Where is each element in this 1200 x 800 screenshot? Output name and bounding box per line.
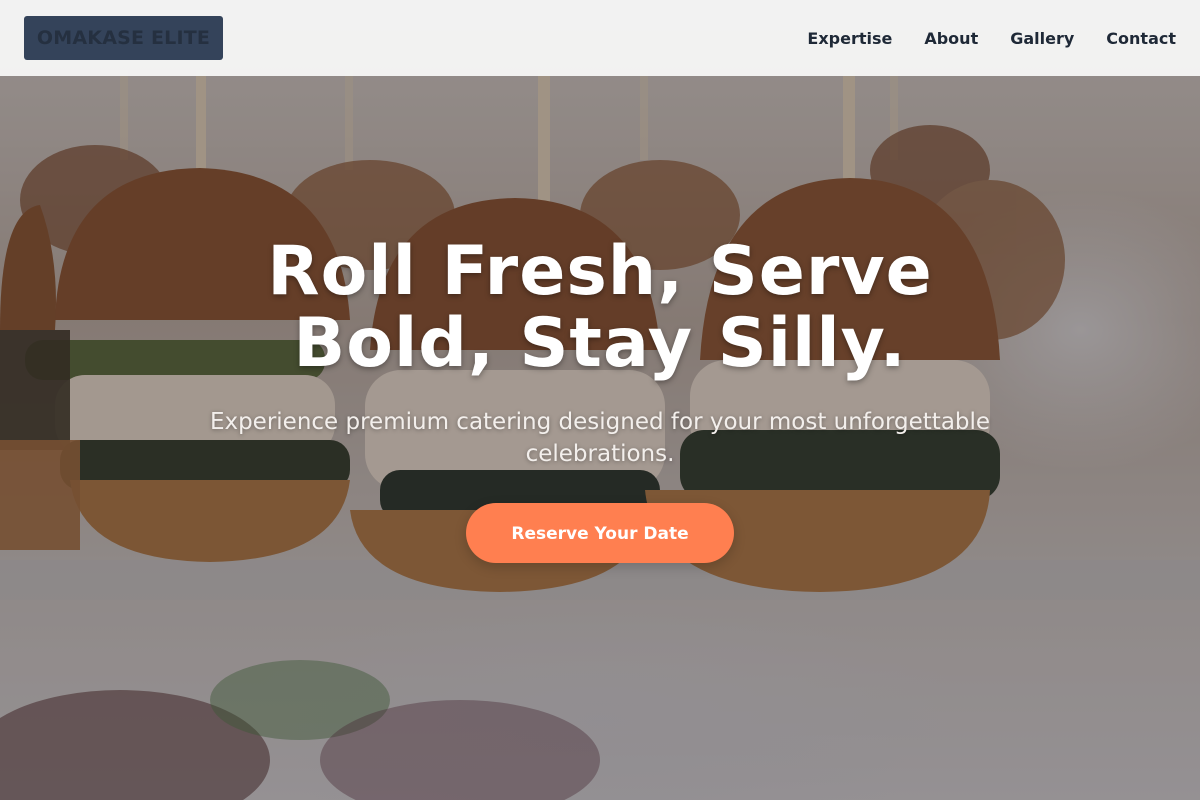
top-navbar: OMAKASE ELITE Expertise About Gallery Co… [0, 0, 1200, 76]
reserve-date-button[interactable]: Reserve Your Date [466, 503, 734, 563]
nav-link-about[interactable]: About [924, 29, 978, 48]
hero-title: Roll Fresh, Serve Bold, Stay Silly. [267, 232, 933, 383]
hero-section: Roll Fresh, Serve Bold, Stay Silly. Expe… [0, 236, 1200, 563]
main-nav: Expertise About Gallery Contact [807, 0, 1176, 76]
nav-link-contact[interactable]: Contact [1106, 29, 1176, 48]
brand-logo[interactable]: OMAKASE ELITE [24, 16, 223, 60]
nav-link-gallery[interactable]: Gallery [1010, 29, 1074, 48]
hero-subtitle: Experience premium catering designed for… [209, 409, 991, 467]
nav-link-expertise[interactable]: Expertise [807, 29, 892, 48]
landing-page: OMAKASE ELITE Expertise About Gallery Co… [0, 0, 1200, 800]
